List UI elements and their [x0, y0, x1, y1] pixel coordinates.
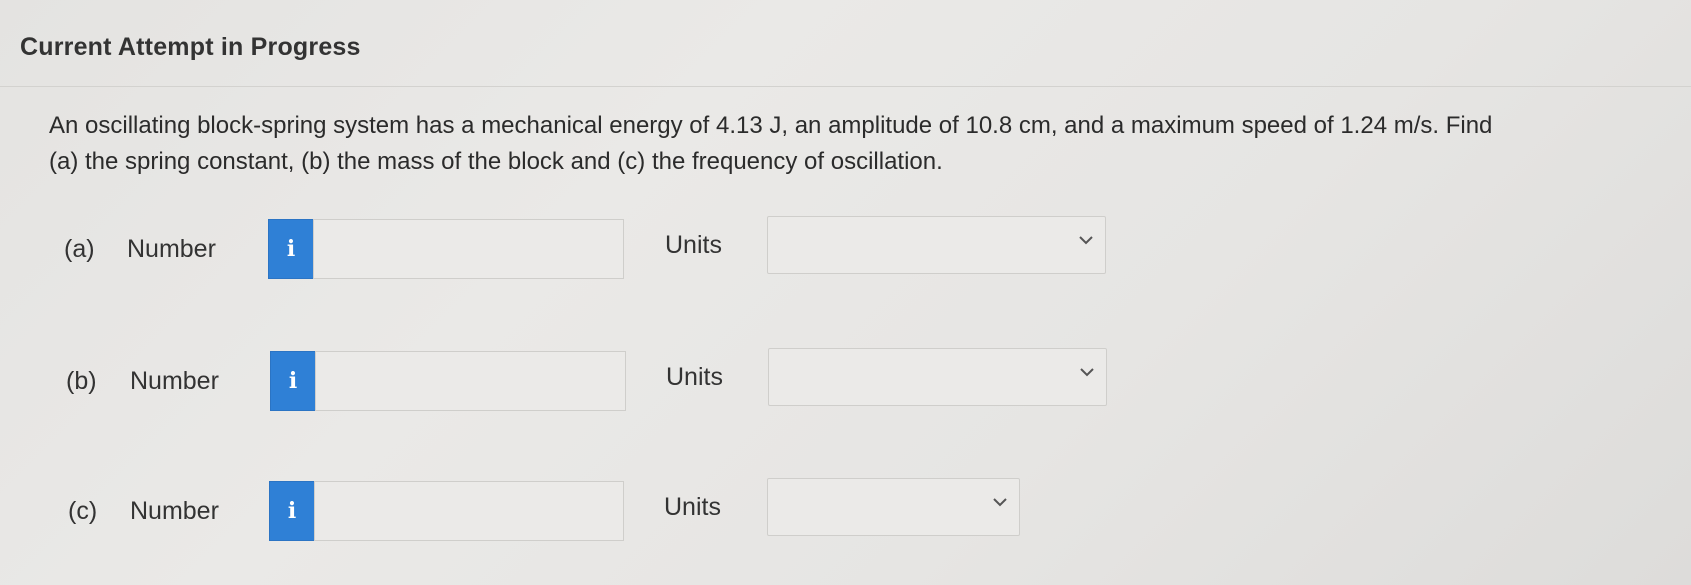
number-input-c[interactable] [314, 481, 624, 541]
number-input-a[interactable] [313, 219, 624, 279]
part-label-b: (b) [66, 367, 97, 395]
part-label-a: (a) [64, 235, 95, 263]
page-title: Current Attempt in Progress [20, 33, 361, 61]
question-text: An oscillating block-spring system has a… [49, 108, 1691, 180]
number-input-b[interactable] [315, 351, 626, 411]
answer-row-b: (b) Number i Units [0, 348, 1691, 411]
info-button-c[interactable]: i [269, 481, 315, 541]
info-button-a[interactable]: i [268, 219, 314, 279]
number-label-b: Number [130, 367, 219, 395]
answer-row-a: (a) Number i Units [0, 216, 1691, 279]
number-label-a: Number [127, 235, 216, 263]
units-label-a: Units [665, 231, 722, 259]
units-select-c[interactable] [767, 478, 1020, 536]
chevron-down-icon [1079, 236, 1093, 245]
info-icon: i [286, 236, 296, 262]
question-line-1: An oscillating block-spring system has a… [49, 112, 1493, 139]
units-select-a[interactable] [767, 216, 1106, 274]
info-button-b[interactable]: i [270, 351, 316, 411]
header-divider [0, 86, 1691, 87]
info-icon: i [287, 498, 297, 524]
chevron-down-icon [993, 498, 1007, 507]
part-label-c: (c) [68, 497, 98, 525]
answer-row-c: (c) Number i Units [0, 478, 1691, 541]
chevron-down-icon [1080, 368, 1094, 377]
number-label-c: Number [130, 497, 219, 525]
units-label-b: Units [666, 363, 723, 391]
question-line-2: (a) the spring constant, (b) the mass of… [49, 148, 943, 175]
info-icon: i [288, 368, 298, 394]
units-select-b[interactable] [768, 348, 1107, 406]
units-label-c: Units [664, 493, 721, 521]
